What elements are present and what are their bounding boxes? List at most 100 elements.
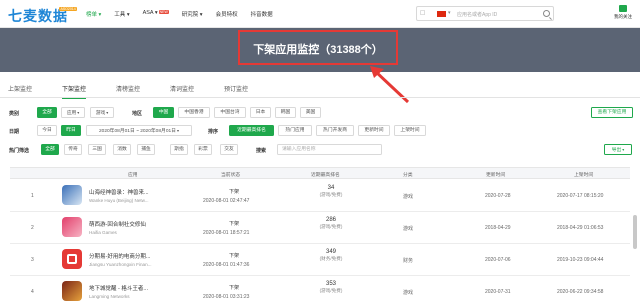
hot-dating-chip[interactable]: 交友 — [220, 144, 238, 155]
region-china-chip[interactable]: 中国 — [153, 107, 174, 118]
column-rank[interactable]: 近期最高排名 — [311, 171, 340, 178]
app-name[interactable]: 萌西游-回合制社交修仙 — [89, 220, 146, 228]
app-name[interactable]: 分期易-好用的电商分期... — [89, 252, 150, 260]
app-search-input[interactable]: 请输入应用名称 — [277, 144, 382, 155]
region-kr-chip[interactable]: 韩国 — [275, 107, 296, 118]
nav-item-asa[interactable]: ASA ▾ NEW — [143, 10, 169, 18]
app-name[interactable]: 地下城觉醒 - 格斗王者... — [89, 284, 148, 292]
search-icon[interactable] — [543, 10, 550, 17]
region-label: 地区 — [132, 111, 143, 117]
region-us-chip[interactable]: 美国 — [300, 107, 321, 118]
listed-time: 2020-06-22 09:34:58 — [557, 289, 604, 295]
app-name[interactable]: 山海经神兽录：神兽来... — [89, 188, 149, 196]
rank-value[interactable]: 34 — [316, 185, 346, 191]
rank-value[interactable]: 349 — [316, 249, 346, 255]
hot-filter-label: 热门筛选 — [9, 148, 30, 154]
chevron-down-icon: ▾ — [176, 128, 179, 133]
sort-listed-chip[interactable]: 上架时间 — [394, 125, 426, 136]
chevron-down-icon[interactable]: ▾ — [448, 10, 451, 16]
sort-updated-chip[interactable]: 更新时间 — [358, 125, 390, 136]
hot-three-kingdoms-chip[interactable]: 三国 — [88, 144, 106, 155]
nav-item-asa-label: ASA ▾ — [142, 10, 158, 16]
global-search[interactable]:  ▾ 应用名或者App ID — [416, 6, 554, 21]
date-yesterday-chip[interactable]: 昨日 — [61, 125, 81, 136]
date-range-picker[interactable]: 2020年08月01日 ~ 2020年08月01日▾ — [86, 125, 192, 136]
region-jp-chip[interactable]: 日本 — [250, 107, 271, 118]
column-status: 当前状态 — [221, 173, 241, 178]
updated-date: 2020-07-06 — [485, 257, 511, 263]
date-range-start: 2020年08月01日 — [99, 129, 135, 134]
hot-all-chip[interactable]: 全部 — [41, 144, 59, 155]
hot-lottery-chip[interactable]: 彩票 — [194, 144, 212, 155]
category: 游戏 — [403, 194, 414, 200]
hot-legend-chip[interactable]: 传奇 — [64, 144, 82, 155]
column-app: 应用 — [128, 173, 138, 178]
export-label: 导出 — [611, 148, 622, 153]
updated-date: 2020-07-31 — [485, 289, 511, 295]
app-developer[interactable]: Wanke Huyu (Beijing) Netw... — [89, 198, 149, 203]
app-icon[interactable] — [62, 185, 82, 205]
table-row[interactable]: 3 分期易-好用的电商分期... Jiangsu Yuanzhongxin Fi… — [10, 244, 630, 276]
date-today-chip[interactable]: 今日 — [37, 125, 57, 136]
china-flag-icon[interactable] — [437, 11, 446, 17]
rank-value[interactable]: 353 — [316, 281, 346, 287]
column-listed[interactable]: 上架时间 — [574, 171, 593, 178]
rank-cell: 349 (财务/免费) — [316, 244, 346, 262]
search-label: 搜索 — [256, 148, 267, 154]
apple-icon[interactable]:  — [420, 10, 428, 18]
rank-cell: 34 (游戏/免费) — [316, 180, 346, 198]
hot-option-chip[interactable]: 斯指 — [170, 144, 188, 155]
tab-preorder[interactable]: 预订监控 — [224, 84, 248, 93]
app-developer[interactable]: Langming Networks — [89, 294, 130, 299]
nav-item-research[interactable]: 研究院 ▾ — [182, 10, 203, 18]
nav-item-douyin[interactable]: 抖音数据 — [251, 10, 273, 18]
row-index: 3 — [31, 257, 34, 263]
column-updated[interactable]: 更新时间 — [486, 171, 505, 178]
search-placeholder[interactable]: 应用名或者App ID — [457, 11, 497, 18]
sort-highest-rank-chip[interactable]: 近期最高排名 — [229, 125, 274, 136]
status-time: 2020-08-01 01:47:36 — [203, 262, 250, 268]
status: 下架 — [229, 189, 240, 195]
table-row[interactable]: 2 萌西游-回合制社交修仙 Haifia Games 下架 2020-08-01… — [10, 212, 630, 244]
rank-value[interactable]: 286 — [316, 217, 346, 223]
hot-option-chip[interactable]: 消数 — [113, 144, 131, 155]
view-delisted-button[interactable]: 查看下架应用 — [591, 107, 633, 118]
category-label: 类别 — [9, 111, 20, 117]
tab-listed[interactable]: 上架监控 — [8, 84, 32, 93]
chevron-down-icon: ▾ — [77, 110, 80, 115]
main-nav: 榜单 ▾ 工具 ▾ ASA ▾ NEW 研究院 ▾ 会员特权 抖音数据 — [86, 10, 286, 18]
sort-label: 排序 — [208, 129, 219, 135]
table-row[interactable]: 1 山海经神兽录：神兽来... Wanke Huyu (Beijing) Net… — [10, 180, 630, 212]
app-developer[interactable]: Jiangsu Yuanzhongxin Finan... — [89, 262, 152, 267]
date-label: 日期 — [9, 129, 20, 135]
my-follow-button[interactable]: 我的关注 — [608, 5, 638, 20]
category-app-label: 应用 — [66, 111, 77, 116]
nav-item-rankings[interactable]: 榜单 ▾ — [86, 10, 101, 18]
chevron-down-icon: ▾ — [622, 147, 625, 152]
sort-hot-devs-chip[interactable]: 热门开发商 — [316, 125, 354, 136]
tab-delisted[interactable]: 下架监控 — [62, 84, 87, 99]
region-tw-chip[interactable]: 中国台湾 — [214, 107, 246, 118]
rank-category: (游戏/免费) — [319, 192, 343, 197]
updated-date: 2020-07-28 — [485, 193, 511, 199]
app-icon[interactable] — [62, 249, 82, 269]
hot-fishing-chip[interactable]: 捕鱼 — [137, 144, 155, 155]
sort-hot-apps-chip[interactable]: 热门应用 — [278, 125, 312, 136]
category-all-chip[interactable]: 全部 — [37, 107, 57, 118]
status: 下架 — [229, 221, 240, 227]
listed-time: 2020-07-17 08:15:20 — [557, 193, 604, 199]
scrollbar[interactable] — [633, 215, 637, 249]
logo-badge: ASO2014 — [59, 7, 78, 11]
nav-item-membership[interactable]: 会员特权 — [216, 10, 238, 18]
tab-cleared-rank[interactable]: 清榜监控 — [116, 84, 140, 93]
category-app-select[interactable]: 应用▾ — [61, 107, 85, 118]
category-game-select[interactable]: 游戏▾ — [90, 107, 114, 118]
app-icon[interactable] — [62, 281, 82, 301]
export-button[interactable]: 导出▾ — [604, 144, 632, 155]
tab-cleared-keyword[interactable]: 清词监控 — [170, 84, 194, 93]
app-developer[interactable]: Haifia Games — [89, 230, 117, 235]
table-row[interactable]: 4 地下城觉醒 - 格斗王者... Langming Networks 下架 2… — [10, 276, 630, 307]
nav-item-tools[interactable]: 工具 ▾ — [114, 10, 129, 18]
region-hk-chip[interactable]: 中国香港 — [178, 107, 210, 118]
app-icon[interactable] — [62, 217, 82, 237]
